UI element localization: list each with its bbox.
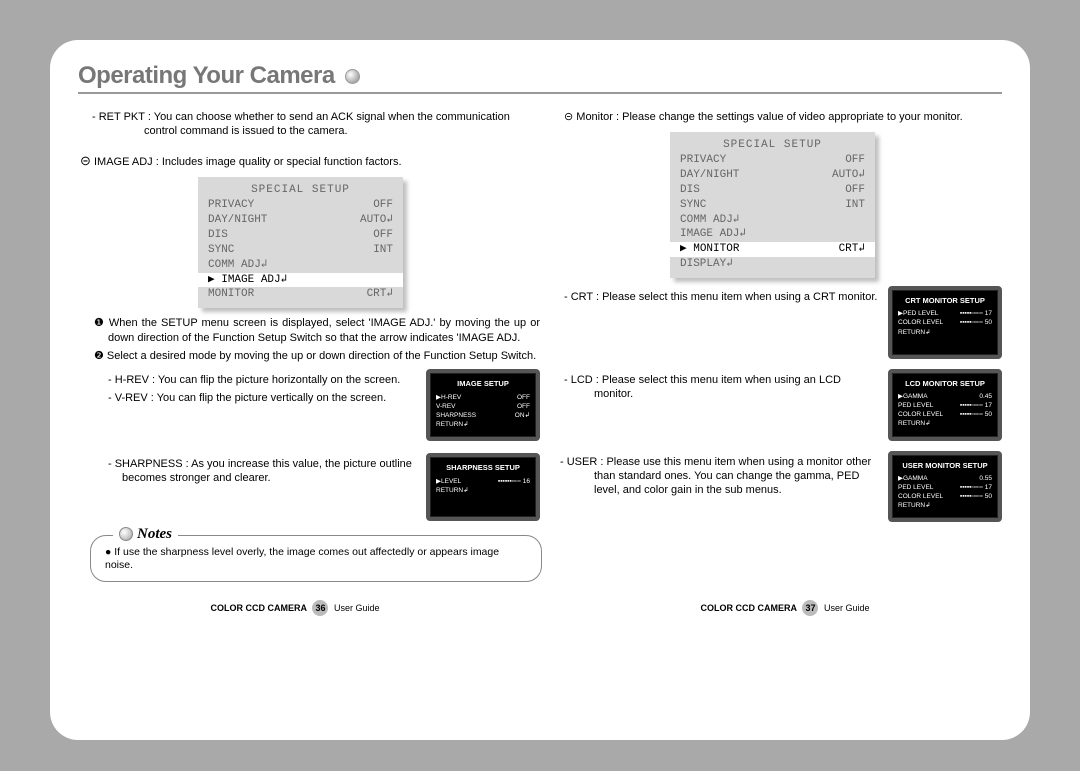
step-1: ❶ When the SETUP menu screen is displaye… bbox=[78, 316, 540, 345]
footer-right: COLOR CCD CAMERA 37 User Guide bbox=[700, 600, 869, 616]
menu-row: COMM ADJ↲ bbox=[208, 258, 393, 273]
hrev-text: - H-REV : You can flip the picture horiz… bbox=[122, 373, 420, 387]
ret-pkt-text: - RET PKT : You can choose whether to se… bbox=[78, 110, 540, 139]
menu-row: DAY/NIGHTAUTO↲ bbox=[208, 213, 393, 228]
image-adj-lead: ⊝ IMAGE ADJ : Includes image quality or … bbox=[78, 153, 540, 170]
user-monitor-box: USER MONITOR SETUP ▶GAMMA0.55 PED LEVEL▪… bbox=[888, 451, 1002, 523]
page-header: Operating Your Camera bbox=[50, 62, 1030, 100]
page-footer: COLOR CCD CAMERA 36 User Guide COLOR CCD… bbox=[50, 600, 1030, 616]
crt-text: - CRT : Please select this menu item whe… bbox=[594, 290, 882, 304]
lcd-text: - LCD : Please select this menu item whe… bbox=[594, 373, 882, 402]
right-column: ⊝ Monitor : Please change the settings v… bbox=[550, 106, 1002, 582]
note-text: ● If use the sharpness level overly, the… bbox=[105, 546, 527, 573]
crt-monitor-box: CRT MONITOR SETUP ▶PED LEVEL▪▪▪▪▪▫▫▫▫▫ 1… bbox=[888, 286, 1002, 359]
monitor-lead: ⊝ Monitor : Please change the settings v… bbox=[550, 110, 1002, 124]
pin-icon bbox=[119, 527, 133, 541]
vrev-text: - V-REV : You can flip the picture verti… bbox=[122, 391, 420, 405]
notes-label: Notes bbox=[113, 525, 178, 545]
menu-row-highlight: ▶ IMAGE ADJ↲ bbox=[198, 273, 403, 288]
menu-row: DISOFF bbox=[208, 228, 393, 243]
header-dot-icon bbox=[345, 69, 360, 84]
menu-title: SPECIAL SETUP bbox=[208, 183, 393, 198]
special-setup-menu-right: SPECIAL SETUP PRIVACYOFF DAY/NIGHTAUTO↲ … bbox=[670, 132, 875, 278]
lcd-monitor-box: LCD MONITOR SETUP ▶GAMMA0.45 PED LEVEL▪▪… bbox=[888, 369, 1002, 441]
step-2: ❷ Select a desired mode by moving the up… bbox=[78, 349, 540, 363]
page-title: Operating Your Camera bbox=[78, 62, 335, 90]
page-number-right: 37 bbox=[802, 600, 818, 616]
sharpness-text: - SHARPNESS : As you increase this value… bbox=[122, 457, 420, 486]
notes-box: Notes ● If use the sharpness level overl… bbox=[90, 535, 542, 582]
image-setup-box: IMAGE SETUP ▶H-REVOFF V-REVOFF SHARPNESS… bbox=[426, 369, 540, 441]
page-number-left: 36 bbox=[312, 600, 328, 616]
menu-row: MONITORCRT↲ bbox=[208, 287, 393, 302]
user-text: - USER : Please use this menu item when … bbox=[594, 455, 882, 498]
left-column: - RET PKT : You can choose whether to se… bbox=[78, 106, 540, 582]
special-setup-menu-left: SPECIAL SETUP PRIVACYOFF DAY/NIGHTAUTO↲ … bbox=[198, 177, 403, 308]
footer-left: COLOR CCD CAMERA 36 User Guide bbox=[210, 600, 379, 616]
page-card: Operating Your Camera - RET PKT : You ca… bbox=[50, 40, 1030, 740]
sharpness-setup-box: SHARPNESS SETUP ▶LEVEL▪▪▪▪▪▪▫▫▫▫ 16 RETU… bbox=[426, 453, 540, 521]
menu-row: PRIVACYOFF bbox=[208, 198, 393, 213]
menu-row: SYNCINT bbox=[208, 243, 393, 258]
image-adj-lead-text: IMAGE ADJ : Includes image quality or sp… bbox=[94, 156, 402, 168]
